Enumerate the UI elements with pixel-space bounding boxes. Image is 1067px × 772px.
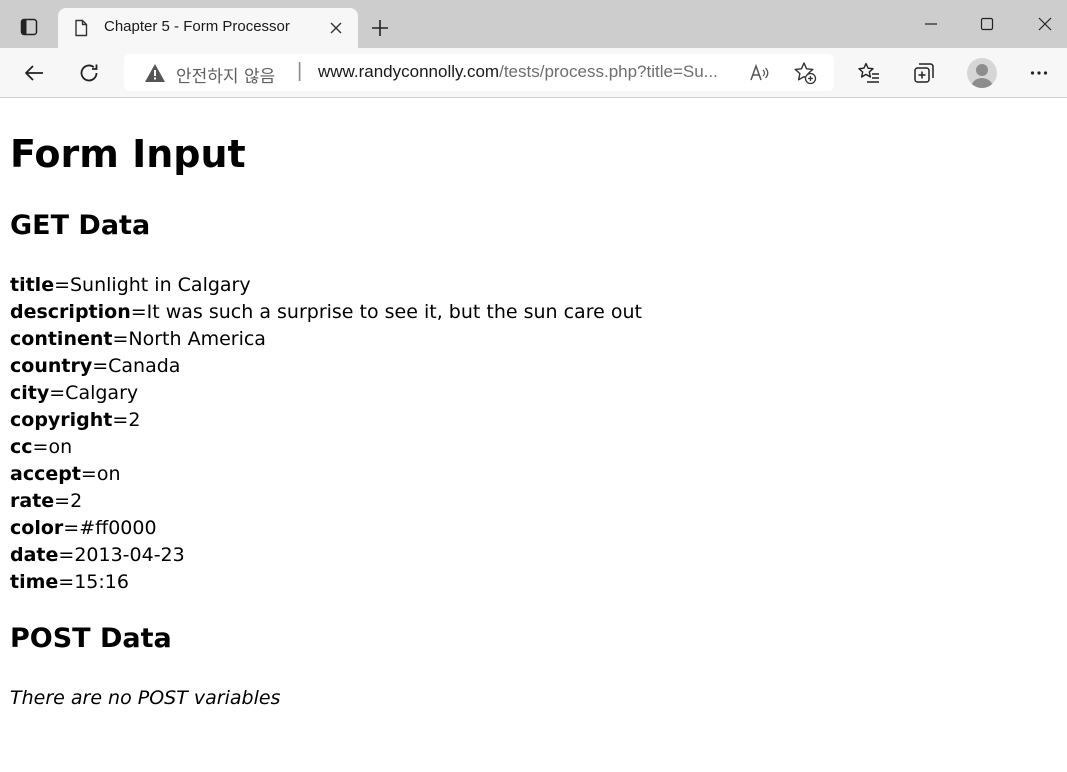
param-key: accept xyxy=(10,463,81,485)
param-value: 2013-04-23 xyxy=(74,544,185,566)
param-equals: = xyxy=(54,274,70,296)
url-path: /tests/process.php?title=Su... xyxy=(499,62,718,81)
param-equals: = xyxy=(54,490,71,512)
refresh-icon xyxy=(80,64,98,82)
favorites-button[interactable] xyxy=(853,57,885,89)
user-icon xyxy=(971,64,993,88)
param-key: continent xyxy=(10,328,113,350)
param-key: time xyxy=(10,571,59,593)
param-equals: = xyxy=(112,409,129,431)
add-favorite-button[interactable] xyxy=(791,59,819,87)
read-aloud-icon xyxy=(750,63,769,81)
more-options-button[interactable] xyxy=(1023,57,1055,89)
minimize-icon xyxy=(925,23,937,25)
param-equals: = xyxy=(63,517,80,539)
get-param-row: cc=on xyxy=(10,434,642,461)
param-equals: = xyxy=(32,436,49,458)
param-key: copyright xyxy=(10,409,113,431)
param-equals: = xyxy=(49,382,66,404)
get-param-row: description=It was such a surprise to se… xyxy=(10,299,642,326)
param-key: date xyxy=(10,544,59,566)
param-equals: = xyxy=(80,463,97,485)
get-param-row: accept=on xyxy=(10,461,642,488)
tab-actions-button[interactable] xyxy=(10,10,48,44)
plus-icon xyxy=(372,20,388,36)
get-params-list: title=Sunlight in Calgary description=It … xyxy=(10,272,642,596)
maximize-icon xyxy=(980,17,994,31)
param-key: title xyxy=(10,274,55,296)
more-icon xyxy=(1030,71,1048,75)
maximize-button[interactable] xyxy=(972,10,1002,38)
param-equals: = xyxy=(92,355,109,377)
minimize-button[interactable] xyxy=(916,10,946,38)
collections-icon xyxy=(914,63,934,83)
page-title: Form Input xyxy=(10,132,246,176)
param-value: Sunlight in Calgary xyxy=(70,274,251,296)
get-data-heading: GET Data xyxy=(10,210,151,241)
param-value: Calgary xyxy=(65,382,139,404)
browser-toolbar: 안전하지 않음 | www.randyconnolly.com/tests/pr… xyxy=(0,48,1067,98)
get-param-row: continent=North America xyxy=(10,326,642,353)
tab-strip: Chapter 5 - Form Processor xyxy=(0,0,1067,48)
param-equals: = xyxy=(58,544,75,566)
new-tab-button[interactable] xyxy=(366,14,394,42)
tab-title: Chapter 5 - Form Processor xyxy=(104,18,290,35)
param-value: 2 xyxy=(128,409,141,431)
param-equals: = xyxy=(58,571,75,593)
param-key: country xyxy=(10,355,93,377)
param-value: 15:16 xyxy=(74,571,129,593)
param-equals: = xyxy=(130,301,147,323)
warning-icon[interactable] xyxy=(144,63,166,83)
active-tab[interactable]: Chapter 5 - Form Processor xyxy=(58,8,358,48)
tab-close-button[interactable] xyxy=(326,18,346,38)
read-aloud-button[interactable] xyxy=(746,59,774,87)
param-value: It was such a surprise to see it, but th… xyxy=(146,301,642,323)
param-key: cc xyxy=(10,436,33,458)
get-param-row: country=Canada xyxy=(10,353,642,380)
get-param-row: copyright=2 xyxy=(10,407,642,434)
param-value: Canada xyxy=(108,355,181,377)
get-param-row: date=2013-04-23 xyxy=(10,542,642,569)
url-host: www.randyconnolly.com xyxy=(318,62,500,81)
refresh-button[interactable] xyxy=(73,57,105,89)
address-bar[interactable]: 안전하지 않음 | www.randyconnolly.com/tests/pr… xyxy=(124,54,834,91)
get-param-row: title=Sunlight in Calgary xyxy=(10,272,642,299)
star-add-icon xyxy=(794,62,817,85)
no-post-message: There are no POST variables xyxy=(10,687,281,709)
param-value: 2 xyxy=(70,490,83,512)
param-key: description xyxy=(10,301,131,323)
back-button[interactable] xyxy=(18,57,50,89)
arrow-left-icon xyxy=(25,65,43,81)
post-data-heading: POST Data xyxy=(10,623,172,654)
param-value: #ff0000 xyxy=(79,517,157,539)
param-value: on xyxy=(96,463,121,485)
security-status-label[interactable]: 안전하지 않음 xyxy=(176,62,275,87)
favorites-list-icon xyxy=(858,62,879,83)
close-window-button[interactable] xyxy=(1030,10,1060,38)
get-param-row: city=Calgary xyxy=(10,380,642,407)
param-value: North America xyxy=(128,328,266,350)
param-equals: = xyxy=(112,328,129,350)
param-key: rate xyxy=(10,490,55,512)
get-param-row: color=#ff0000 xyxy=(10,515,642,542)
document-icon xyxy=(75,19,88,37)
url-text[interactable]: www.randyconnolly.com/tests/process.php?… xyxy=(318,62,738,82)
collections-button[interactable] xyxy=(908,57,940,89)
close-icon xyxy=(1038,17,1052,31)
param-key: city xyxy=(10,382,50,404)
get-param-row: rate=2 xyxy=(10,488,642,515)
close-icon xyxy=(330,22,342,34)
get-param-row: time=15:16 xyxy=(10,569,642,596)
param-value: on xyxy=(48,436,73,458)
profile-avatar[interactable] xyxy=(967,58,997,88)
address-separator: | xyxy=(297,60,303,82)
tab-actions-icon xyxy=(20,18,38,36)
param-key: color xyxy=(10,517,64,539)
